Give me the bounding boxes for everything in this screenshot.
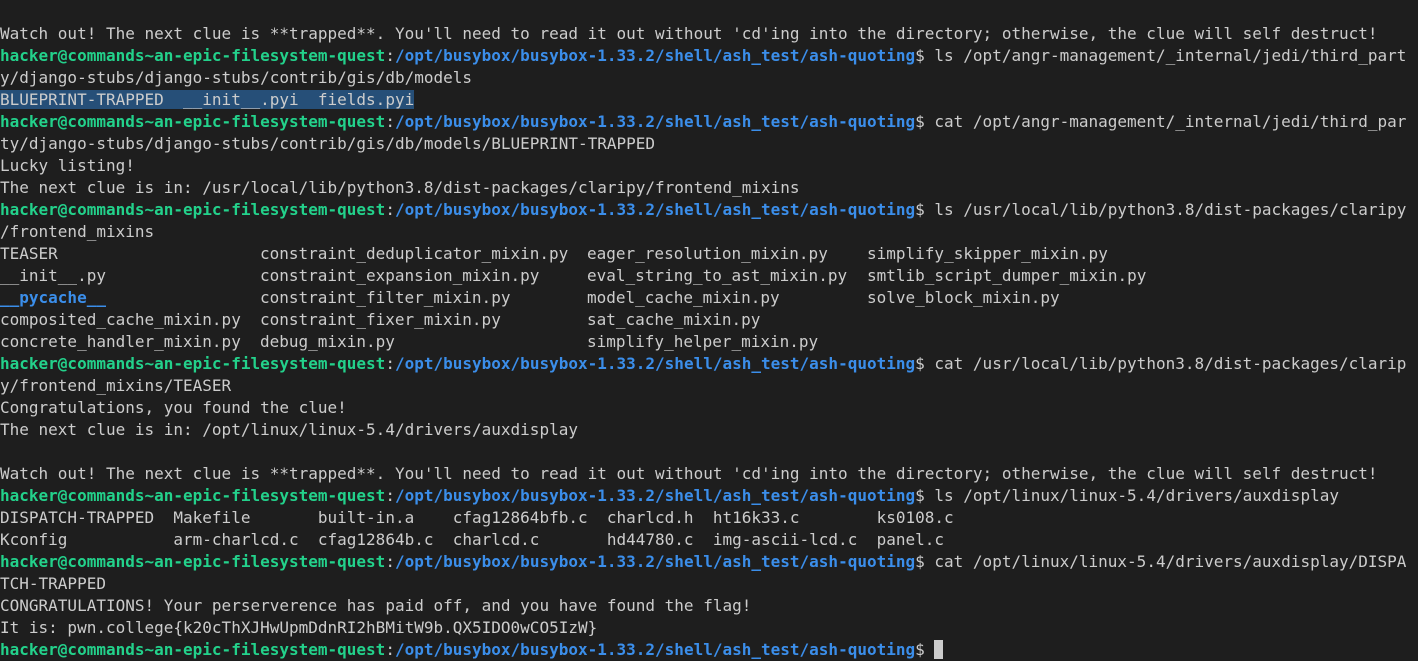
- prompt-line: hacker@commands~an-epic-filesystem-quest…: [0, 485, 1418, 507]
- file-entry: __init__.py: [0, 266, 106, 285]
- prompt-user-host: hacker@commands~an-epic-filesystem-quest: [0, 486, 386, 505]
- file-entry: model_cache_mixin.py: [587, 288, 780, 307]
- output-text: The next clue is in: /opt/linux/linux-5.…: [0, 420, 578, 439]
- output-line: Lucky listing!: [0, 155, 1418, 177]
- selected-output-line: BLUEPRINT-TRAPPED __init__.pyi fields.py…: [0, 89, 1418, 111]
- output-line: Kconfig arm-charlcd.c cfag12864b.c charl…: [0, 529, 1418, 551]
- prompt-separator: :: [385, 112, 395, 131]
- prompt-user-host: hacker@commands~an-epic-filesystem-quest: [0, 354, 386, 373]
- file-entry: sat_cache_mixin.py: [587, 310, 761, 329]
- output-line: ty/django-stubs/django-stubs/contrib/gis…: [0, 133, 1418, 155]
- output-line: y/frontend_mixins/TEASER: [0, 375, 1418, 397]
- directory-entry: __pycache__: [0, 288, 106, 307]
- prompt-cwd: /opt/busybox/busybox-1.33.2/shell/ash_te…: [394, 200, 916, 219]
- text-cursor[interactable]: [934, 640, 944, 659]
- prompt-line: hacker@commands~an-epic-filesystem-quest…: [0, 199, 1418, 221]
- command-text: cat /opt/angr-management/_internal/jedi/…: [934, 112, 1407, 131]
- prompt-cwd: /opt/busybox/busybox-1.33.2/shell/ash_te…: [394, 46, 916, 65]
- command-text: ls /opt/linux/linux-5.4/drivers/auxdispl…: [934, 486, 1339, 505]
- listing-row: TEASER constraint_deduplicator_mixin.py ea…: [0, 243, 1418, 265]
- prompt-line: hacker@commands~an-epic-filesystem-quest…: [0, 111, 1418, 133]
- prompt-symbol: $: [915, 112, 935, 131]
- prompt-separator: :: [385, 486, 395, 505]
- prompt-cwd: /opt/busybox/busybox-1.33.2/shell/ash_te…: [394, 354, 916, 373]
- command-text: cat /usr/local/lib/python3.8/dist-packag…: [934, 354, 1407, 373]
- file-entry: TEASER: [0, 244, 58, 263]
- output-line: The next clue is in: /usr/local/lib/pyth…: [0, 177, 1418, 199]
- output-text: The next clue is in: /usr/local/lib/pyth…: [0, 178, 800, 197]
- prompt-separator: :: [385, 640, 395, 659]
- prompt-line: hacker@commands~an-epic-filesystem-quest…: [0, 353, 1418, 375]
- file-entry: constraint_filter_mixin.py: [260, 288, 511, 307]
- output-line: y/django-stubs/django-stubs/contrib/gis/…: [0, 67, 1418, 89]
- file-entry: constraint_fixer_mixin.py: [260, 310, 501, 329]
- output-text: TCH-TRAPPED: [0, 574, 106, 593]
- output-text: DISPATCH-TRAPPED Makefile built-in.a cfa…: [0, 508, 954, 527]
- listing-row: concrete_handler_mixin.py debug_mixin.py s…: [0, 331, 1418, 353]
- file-entry: composited_cache_mixin.py: [0, 310, 241, 329]
- output-text: y/django-stubs/django-stubs/contrib/gis/…: [0, 68, 473, 87]
- output-text: /frontend_mixins: [0, 222, 155, 241]
- output-text: CONGRATULATIONS! Your perserverence has …: [0, 596, 752, 615]
- listing-row: __pycache__ constraint_filter_mixin.py mod…: [0, 287, 1418, 309]
- output-text: Lucky listing!: [0, 156, 135, 175]
- prompt-user-host: hacker@commands~an-epic-filesystem-quest: [0, 552, 386, 571]
- output-text: It is: pwn.college{k20cThXJHwUpmDdnRI2hB…: [0, 618, 598, 637]
- prompt-user-host: hacker@commands~an-epic-filesystem-quest: [0, 46, 386, 65]
- output-text: Congratulations, you found the clue!: [0, 398, 347, 417]
- output-text: Watch out! The next clue is **trapped**.…: [0, 464, 1378, 483]
- output-line: CONGRATULATIONS! Your perserverence has …: [0, 595, 1418, 617]
- selected-text: BLUEPRINT-TRAPPED __init__.pyi fields.py…: [0, 90, 415, 109]
- output-line: Congratulations, you found the clue!: [0, 397, 1418, 419]
- prompt-separator: :: [385, 552, 395, 571]
- prompt-separator: :: [385, 354, 395, 373]
- prompt-cwd: /opt/busybox/busybox-1.33.2/shell/ash_te…: [394, 112, 916, 131]
- listing-row: __init__.py constraint_expansion_mixin.py…: [0, 265, 1418, 287]
- listing-row: composited_cache_mixin.py constraint_fixe…: [0, 309, 1418, 331]
- prompt-symbol: $: [915, 354, 935, 373]
- output-text: Watch out! The next clue is **trapped**.…: [0, 24, 1378, 43]
- file-entry: solve_block_mixin.py: [867, 288, 1060, 307]
- output-text: Kconfig arm-charlcd.c cfag12864b.c charl…: [0, 530, 945, 549]
- file-entry: concrete_handler_mixin.py: [0, 332, 241, 351]
- prompt-symbol: $: [915, 200, 935, 219]
- output-text: ty/django-stubs/django-stubs/contrib/gis…: [0, 134, 656, 153]
- prompt-line: hacker@commands~an-epic-filesystem-quest…: [0, 639, 1418, 661]
- file-entry: eval_string_to_ast_mixin.py: [587, 266, 848, 285]
- prompt-separator: :: [385, 46, 395, 65]
- prompt-symbol: $: [915, 46, 935, 65]
- prompt-symbol: $: [915, 552, 935, 571]
- output-line: DISPATCH-TRAPPED Makefile built-in.a cfa…: [0, 507, 1418, 529]
- output-text: y/frontend_mixins/TEASER: [0, 376, 232, 395]
- command-text: ls /opt/angr-management/_internal/jedi/t…: [934, 46, 1407, 65]
- prompt-cwd: /opt/busybox/busybox-1.33.2/shell/ash_te…: [394, 486, 916, 505]
- prompt-line: hacker@commands~an-epic-filesystem-quest…: [0, 551, 1418, 573]
- prompt-separator: :: [385, 200, 395, 219]
- prompt-symbol: $: [915, 640, 935, 659]
- output-line: Watch out! The next clue is **trapped**.…: [0, 23, 1418, 45]
- terminal-output[interactable]: Watch out! The next clue is **trapped**.…: [0, 23, 1418, 661]
- prompt-cwd: /opt/busybox/busybox-1.33.2/shell/ash_te…: [394, 552, 916, 571]
- output-line: It is: pwn.college{k20cThXJHwUpmDdnRI2hB…: [0, 617, 1418, 639]
- prompt-user-host: hacker@commands~an-epic-filesystem-quest: [0, 200, 386, 219]
- prompt-symbol: $: [915, 486, 935, 505]
- output-line: TCH-TRAPPED: [0, 573, 1418, 595]
- file-entry: eager_resolution_mixin.py: [587, 244, 828, 263]
- file-entry: constraint_expansion_mixin.py: [260, 266, 540, 285]
- command-text: cat /opt/linux/linux-5.4/drivers/auxdisp…: [934, 552, 1407, 571]
- file-entry: constraint_deduplicator_mixin.py: [260, 244, 569, 263]
- file-entry: debug_mixin.py: [260, 332, 395, 351]
- output-line: /frontend_mixins: [0, 221, 1418, 243]
- prompt-user-host: hacker@commands~an-epic-filesystem-quest: [0, 640, 386, 659]
- file-entry: simplify_helper_mixin.py: [587, 332, 819, 351]
- file-entry: smtlib_script_dumper_mixin.py: [867, 266, 1147, 285]
- prompt-line: hacker@commands~an-epic-filesystem-quest…: [0, 45, 1418, 67]
- command-text: ls /usr/local/lib/python3.8/dist-package…: [934, 200, 1407, 219]
- prompt-cwd: /opt/busybox/busybox-1.33.2/shell/ash_te…: [394, 640, 916, 659]
- output-line: The next clue is in: /opt/linux/linux-5.…: [0, 419, 1418, 441]
- prompt-user-host: hacker@commands~an-epic-filesystem-quest: [0, 112, 386, 131]
- output-line: Watch out! The next clue is **trapped**.…: [0, 463, 1418, 485]
- file-entry: simplify_skipper_mixin.py: [867, 244, 1108, 263]
